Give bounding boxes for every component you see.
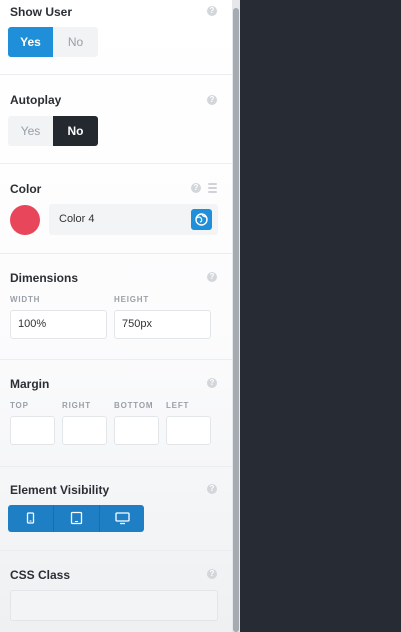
margin-left-input[interactable]: [166, 416, 211, 445]
help-icon[interactable]: ?: [207, 569, 217, 579]
database-icon[interactable]: [208, 183, 217, 193]
mobile-visibility-button[interactable]: [8, 505, 54, 532]
color-value: Color 4: [59, 213, 95, 225]
autoplay-yes-button[interactable]: Yes: [8, 116, 53, 146]
margin-top-input[interactable]: [10, 416, 55, 445]
margin-label: Margin: [10, 377, 50, 391]
desktop-visibility-button[interactable]: [100, 505, 145, 532]
mobile-icon: [26, 512, 35, 524]
help-icon[interactable]: ?: [207, 378, 217, 388]
globe-icon: [195, 213, 208, 226]
margin-top-label: TOP: [10, 401, 29, 410]
margin-right-input[interactable]: [62, 416, 107, 445]
divider: [0, 550, 232, 551]
preview-canvas[interactable]: [240, 0, 401, 632]
tablet-visibility-button[interactable]: [54, 505, 100, 532]
margin-bottom-input[interactable]: [114, 416, 159, 445]
dimensions-label: Dimensions: [10, 271, 79, 285]
tablet-icon: [70, 511, 83, 525]
desktop-icon: [115, 512, 130, 525]
help-icon[interactable]: ?: [207, 484, 217, 494]
height-label: HEIGHT: [114, 295, 150, 304]
global-colors-button[interactable]: [191, 209, 212, 230]
divider: [0, 253, 232, 254]
show-user-toggle: Yes No: [8, 27, 98, 57]
color-select[interactable]: Color 4: [49, 204, 218, 235]
autoplay-toggle: Yes No: [8, 116, 98, 146]
divider: [0, 359, 232, 360]
element-visibility-label: Element Visibility: [10, 483, 110, 497]
visibility-toggle-group: [8, 505, 144, 532]
margin-right-label: RIGHT: [62, 401, 91, 410]
margin-bottom-label: BOTTOM: [114, 401, 154, 410]
divider: [0, 163, 232, 164]
margin-left-label: LEFT: [166, 401, 190, 410]
show-user-yes-button[interactable]: Yes: [8, 27, 53, 57]
color-label: Color: [10, 182, 42, 196]
panel-scrollbar-thumb[interactable]: [233, 8, 239, 632]
css-class-input[interactable]: [10, 590, 218, 621]
autoplay-no-button[interactable]: No: [53, 116, 98, 146]
settings-panel: Show User ? Yes No Autoplay ? Yes No Col…: [0, 0, 232, 632]
show-user-no-button[interactable]: No: [53, 27, 98, 57]
help-icon[interactable]: ?: [207, 95, 217, 105]
show-user-label: Show User: [10, 5, 73, 19]
help-icon[interactable]: ?: [207, 6, 217, 16]
width-input[interactable]: 100%: [10, 310, 107, 339]
divider: [0, 74, 232, 75]
color-swatch[interactable]: [10, 205, 40, 235]
help-icon[interactable]: ?: [207, 272, 217, 282]
width-label: WIDTH: [10, 295, 41, 304]
divider: [0, 466, 232, 467]
autoplay-label: Autoplay: [10, 93, 62, 107]
height-input[interactable]: 750px: [114, 310, 211, 339]
help-icon[interactable]: ?: [191, 183, 201, 193]
css-class-label: CSS Class: [10, 568, 71, 582]
